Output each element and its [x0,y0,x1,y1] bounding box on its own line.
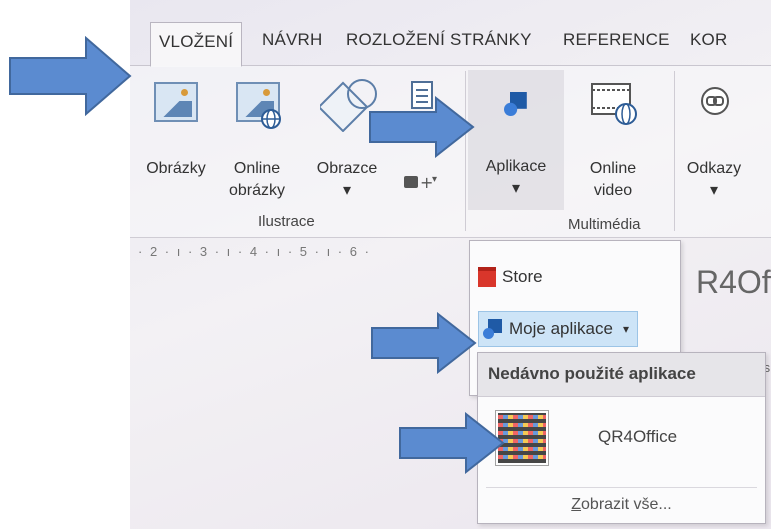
obrazky-button[interactable]: Obrázky [138,76,214,196]
chevron-down-icon: ▾ [342,182,352,199]
apps-icon [504,92,528,116]
chevron-down-icon: ▾ [511,180,521,197]
store-icon [478,267,496,287]
tab-navrh[interactable]: NÁVRH [262,30,323,50]
links-icon [701,87,729,115]
arrow-right-icon [369,96,475,158]
screenshot-icon[interactable]: + ▾ [402,170,442,192]
chevron-down-icon: ▾ [622,322,629,336]
odkazy-label: Odkazy ▾ [676,158,752,202]
divider [486,487,757,488]
multimedia-group-label: Multimédia [568,216,641,233]
tab-kor[interactable]: KOR [690,30,727,50]
tab-vlozeni[interactable]: VLOŽENÍ [150,22,243,67]
svg-text:▾: ▾ [432,174,437,185]
my-apps-menu-item[interactable]: Moje aplikace ▾ [478,311,638,347]
recent-apps-heading: Nedávno použité aplikace [478,353,765,397]
online-obrazky-button[interactable]: Online obrázky [212,76,302,199]
show-all-link[interactable]: Zobrazit vše... [478,496,765,514]
ribbon-tab-bar: VLOŽENÍ NÁVRH ROZLOŽENÍ STRÁNKY REFERENC… [130,22,771,67]
arrow-right-icon [371,312,477,374]
ilustrace-group-label: Ilustrace [258,213,315,230]
globe-icon [261,109,281,129]
online-video-icon [591,83,637,125]
arrow-right-icon [9,36,132,116]
document-title-fragment: R4Off [696,264,771,300]
online-video-button[interactable]: Online video [570,76,656,199]
recent-apps-panel: Nedávno použité aplikace QR4Office Zobra… [477,352,766,524]
online-obrazky-label: Online obrázky [228,160,286,199]
apps-icon [483,319,503,339]
picture-icon [154,82,198,122]
odkazy-button[interactable]: Odkazy ▾ [676,76,752,199]
tab-rozlozeni-stranky[interactable]: ROZLOŽENÍ STRÁNKY [346,30,532,50]
aplikace-label: Aplikace ▾ [468,156,564,200]
online-video-label: Online video [589,160,637,199]
horizontal-ruler: · 2 · ı · 3 · ı · 4 · ı · 5 · ı · 6 · [138,244,371,259]
qr4office-app-item[interactable]: QR4Office [598,427,677,447]
group-separator [674,71,675,231]
store-menu-item[interactable]: Store [478,259,543,295]
chevron-down-icon: ▾ [709,182,719,199]
obrazky-label: Obrázky [146,160,206,177]
obrazce-label: Obrazce ▾ [304,158,390,202]
tab-reference[interactable]: REFERENCE [563,30,670,50]
aplikace-button[interactable]: Aplikace ▾ [468,70,564,210]
arrow-right-icon [399,412,505,474]
